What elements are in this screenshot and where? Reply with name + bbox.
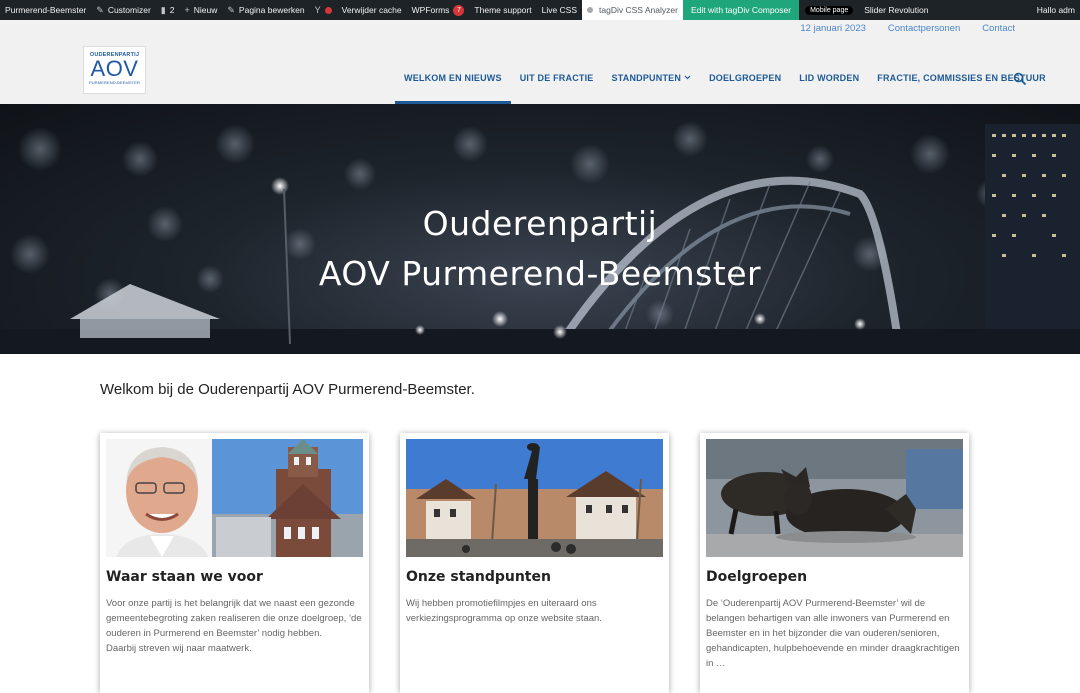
adminbar-css-analyzer-label: tagDiv CSS Analyzer bbox=[599, 5, 678, 15]
adminbar-yoast[interactable]: Y bbox=[310, 0, 337, 20]
adminbar-cache-label: Verwijder cache bbox=[341, 5, 402, 15]
card-excerpt-paragraph: De ‘Ouderenpartij AOV Purmerend-Beemster… bbox=[706, 598, 960, 669]
portrait-and-townhall-image bbox=[106, 439, 363, 557]
card-waar-staan-we-voor[interactable]: Waar staan we voor Voor onze partij is h… bbox=[100, 433, 369, 693]
card-excerpt-paragraph: Voor onze partij is het belangrijk dat w… bbox=[106, 598, 362, 639]
nav-label: STANDPUNTEN bbox=[611, 73, 682, 83]
plus-icon: + bbox=[184, 5, 190, 15]
adminbar-slider[interactable]: Slider Revolution bbox=[859, 0, 933, 20]
top-bar: 12 januari 2023 Contactpersonen Contact bbox=[800, 23, 1015, 34]
logo-line-3: PURMEREND-BEEMSTER bbox=[89, 80, 140, 85]
adminbar-slider-label: Slider Revolution bbox=[864, 5, 929, 15]
adminbar-composer[interactable]: Edit with tagDiv Composer bbox=[682, 0, 800, 20]
card-excerpt-paragraph: Daarbij streven wij naar maatwerk. bbox=[106, 643, 252, 654]
topbar-link-contactpersonen[interactable]: Contactpersonen bbox=[888, 23, 960, 34]
main-nav: WELKOM EN NIEUWS UIT DE FRACTIE STANDPUN… bbox=[395, 73, 1055, 104]
town-square-giraffe-image bbox=[406, 439, 663, 557]
wpforms-count-badge: 7 bbox=[453, 4, 465, 16]
card-doelgroepen[interactable]: Doelgroepen De ‘Ouderenpartij AOV Purmer… bbox=[700, 433, 969, 693]
nav-item-doelgroepen[interactable]: DOELGROEPEN bbox=[700, 73, 790, 104]
card-excerpt: Voor onze partij is het belangrijk dat w… bbox=[106, 596, 363, 656]
adminbar-customizer[interactable]: ✎ Customizer bbox=[91, 0, 156, 20]
nav-label: UIT DE FRACTIE bbox=[519, 73, 594, 83]
adminbar-wpforms[interactable]: WPForms 7 bbox=[407, 0, 470, 20]
card-onze-standpunten[interactable]: Onze standpunten Wij hebben promotiefilm… bbox=[400, 433, 669, 693]
card-image[interactable] bbox=[106, 439, 363, 557]
card-title[interactable]: Onze standpunten bbox=[406, 569, 551, 585]
search-icon[interactable] bbox=[1013, 72, 1027, 86]
card-image[interactable] bbox=[406, 439, 663, 557]
brush-icon: ✎ bbox=[96, 4, 104, 15]
adminbar-comments[interactable]: ▮ 2 bbox=[156, 0, 180, 20]
nav-label: WELKOM EN NIEUWS bbox=[404, 73, 502, 83]
adminbar-theme-support[interactable]: Theme support bbox=[469, 0, 536, 20]
adminbar-site-link[interactable]: Purmerend-Beemster bbox=[0, 0, 91, 20]
nav-label: LID WORDEN bbox=[799, 73, 860, 83]
welcome-heading: Welkom bij de Ouderenpartij AOV Purmeren… bbox=[100, 381, 475, 398]
current-date: 12 januari 2023 bbox=[800, 23, 866, 34]
adminbar-edit-label: Pagina bewerken bbox=[238, 5, 305, 15]
card-excerpt: Wij hebben promotiefilmpjes en uiteraard… bbox=[406, 596, 663, 626]
adminbar-css-analyzer[interactable]: tagDiv CSS Analyzer bbox=[582, 0, 683, 20]
adminbar-account[interactable]: Hallo adm bbox=[1032, 0, 1080, 20]
card-image[interactable] bbox=[706, 439, 963, 557]
adminbar-site-label: Purmerend-Beemster bbox=[5, 5, 87, 15]
adminbar-greeting: Hallo adm bbox=[1036, 5, 1075, 15]
hero-banner: Ouderenpartij AOV Purmerend-Beemster bbox=[0, 104, 1080, 354]
nav-item-lid-worden[interactable]: LID WORDEN bbox=[790, 73, 868, 104]
card-excerpt: De ‘Ouderenpartij AOV Purmerend-Beemster… bbox=[706, 596, 963, 671]
site-header: 12 januari 2023 Contactpersonen Contact … bbox=[0, 20, 1080, 104]
nav-item-welkom-en-nieuws[interactable]: WELKOM EN NIEUWS bbox=[395, 73, 511, 104]
cow-statues-image bbox=[706, 439, 963, 557]
analyzer-status-dot bbox=[587, 7, 594, 13]
hero-title-line-2: AOV Purmerend-Beemster bbox=[318, 254, 762, 293]
adminbar-composer-label: Edit with tagDiv Composer bbox=[690, 5, 792, 15]
adminbar-mobile-page[interactable]: Mobile page bbox=[805, 5, 854, 15]
nav-item-standpunten[interactable]: STANDPUNTEN bbox=[603, 73, 701, 104]
nav-item-uit-de-fractie[interactable]: UIT DE FRACTIE bbox=[511, 73, 603, 104]
card-excerpt-paragraph: Wij hebben promotiefilmpjes en uiteraard… bbox=[406, 598, 602, 624]
adminbar-theme-support-label: Theme support bbox=[474, 5, 532, 15]
seo-status-dot bbox=[324, 6, 332, 14]
yoast-icon: Y bbox=[314, 5, 321, 15]
chevron-down-icon bbox=[684, 75, 691, 80]
adminbar-mobile-label: Mobile page bbox=[810, 6, 849, 14]
topbar-link-contact[interactable]: Contact bbox=[982, 23, 1015, 34]
adminbar-wpforms-label: WPForms bbox=[411, 5, 450, 15]
site-logo[interactable]: OUDERENPARTIJ AOV PURMEREND-BEEMSTER bbox=[83, 46, 146, 94]
wp-admin-bar: Purmerend-Beemster ✎ Customizer ▮ 2 + Nieuw… bbox=[0, 0, 1080, 20]
adminbar-clear-cache[interactable]: Verwijder cache bbox=[337, 0, 407, 20]
card-title[interactable]: Waar staan we voor bbox=[106, 569, 263, 585]
hero-title-line-1: Ouderenpartij bbox=[422, 204, 658, 243]
adminbar-live-css-label: Live CSS bbox=[541, 5, 578, 15]
comment-icon: ▮ bbox=[160, 4, 166, 15]
logo-line-2: AOV bbox=[90, 56, 139, 81]
adminbar-comments-count: 2 bbox=[169, 5, 175, 15]
card-title[interactable]: Doelgroepen bbox=[706, 569, 807, 585]
nav-label: DOELGROEPEN bbox=[709, 73, 782, 83]
pencil-icon: ✎ bbox=[227, 4, 235, 15]
adminbar-edit-page[interactable]: ✎ Pagina bewerken bbox=[222, 0, 309, 20]
adminbar-customizer-label: Customizer bbox=[107, 5, 151, 15]
adminbar-live-css[interactable]: Live CSS bbox=[537, 0, 582, 20]
adminbar-new[interactable]: + Nieuw bbox=[179, 0, 222, 20]
adminbar-new-label: Nieuw bbox=[193, 5, 218, 15]
